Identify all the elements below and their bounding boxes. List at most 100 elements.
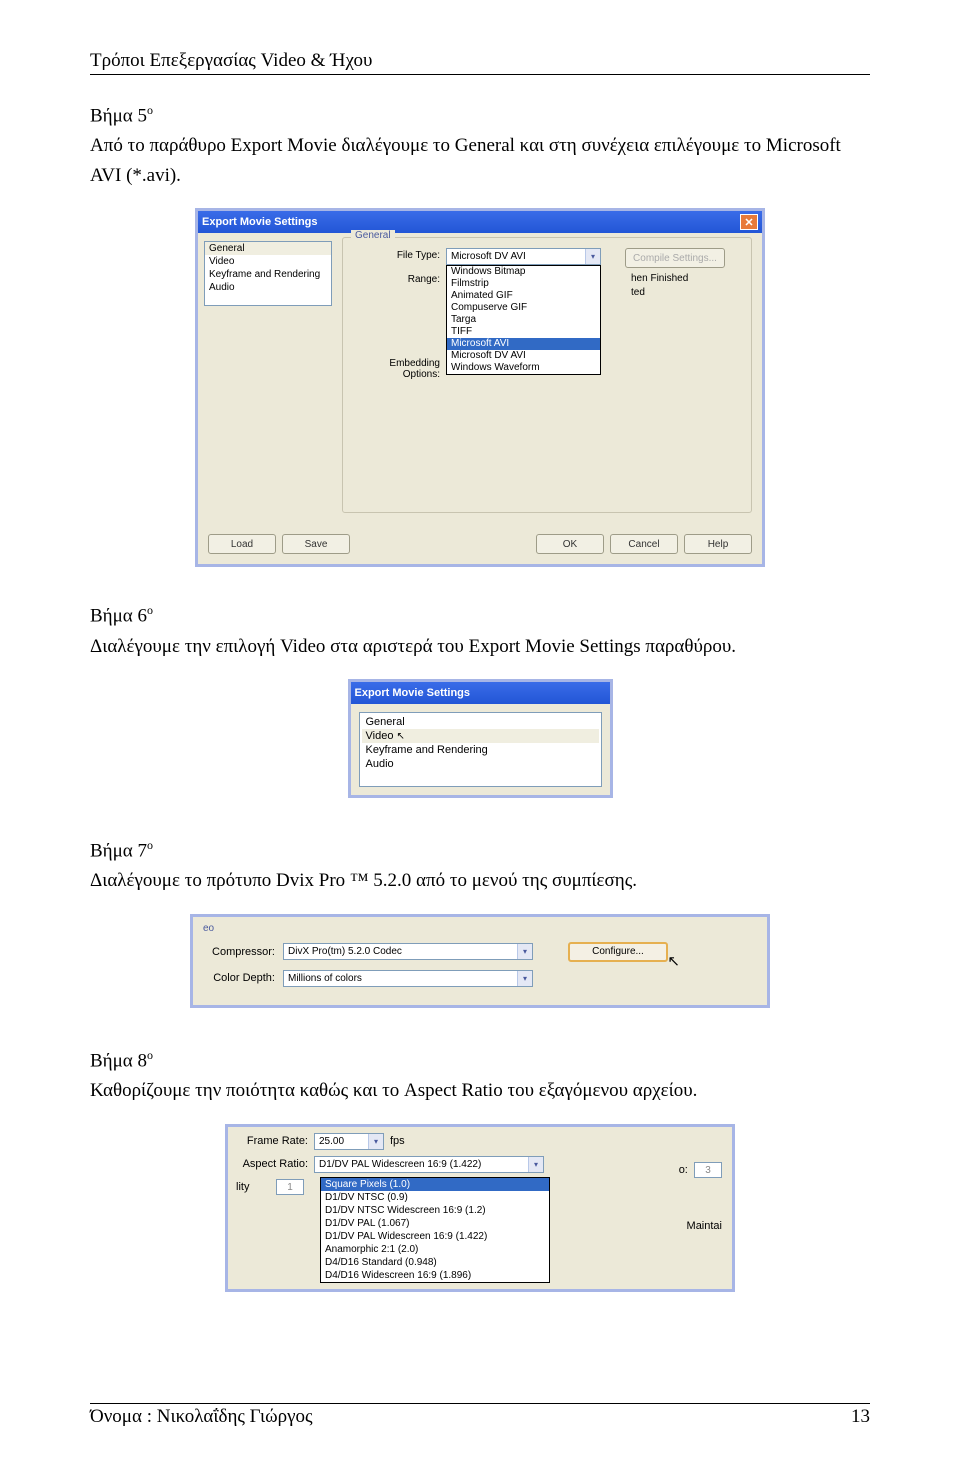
dropdown-item[interactable]: TIFF (447, 326, 600, 338)
partial-text: hen Finished (631, 272, 688, 286)
small-field[interactable]: 1 (276, 1179, 304, 1195)
help-button[interactable]: Help (684, 534, 752, 554)
partial-text: o: (679, 1164, 688, 1176)
dialog-title: Export Movie Settings (202, 216, 740, 228)
combo-value: Microsoft DV AVI (451, 251, 526, 262)
dropdown-item[interactable]: Anamorphic 2:1 (2.0) (321, 1243, 549, 1256)
chevron-down-icon[interactable]: ▾ (517, 971, 532, 986)
partial-text: ted (631, 286, 688, 300)
ok-button[interactable]: OK (536, 534, 604, 554)
step6-heading: Βήμα 6ο (90, 603, 870, 627)
color-depth-label: Color Depth: (203, 972, 283, 984)
page-footer: Όνομα : Νικολαΐδης Γιώργος 13 (90, 1403, 870, 1428)
compile-settings-button: Compile Settings... (625, 248, 725, 268)
dropdown-item[interactable]: Filmstrip (447, 278, 600, 290)
dropdown-item-selected[interactable]: Microsoft AVI (447, 338, 600, 350)
step6-text: Διαλέγουμε την επιλογή Video στα αριστερ… (90, 632, 870, 661)
dialog-titlebar[interactable]: Export Movie Settings ✕ (198, 211, 762, 233)
step5-text: Από το παράθυρο Export Movie διαλέγουμε … (90, 131, 870, 190)
chevron-down-icon[interactable]: ▾ (528, 1157, 543, 1172)
step8-prefix: Βήμα 8 (90, 1050, 147, 1071)
list-item[interactable]: General (205, 242, 331, 255)
compressor-label: Compressor: (203, 946, 283, 958)
partial-text: Maintai (679, 1213, 722, 1239)
cancel-button[interactable]: Cancel (610, 534, 678, 554)
category-list[interactable]: General Video ↖ Keyframe and Rendering A… (359, 712, 602, 787)
close-icon[interactable]: ✕ (740, 214, 758, 230)
color-depth-combo[interactable]: Millions of colors ▾ (283, 970, 533, 987)
aspect-ratio-dropdown-list[interactable]: Square Pixels (1.0) D1/DV NTSC (0.9) D1/… (320, 1177, 550, 1283)
list-item-selected[interactable]: Video ↖ (362, 729, 599, 743)
step6-sup: ο (147, 603, 153, 617)
partial-text: lity (236, 1181, 266, 1193)
list-item[interactable]: General (362, 715, 599, 729)
dropdown-item[interactable]: Microsoft DV AVI (447, 350, 600, 362)
step7-prefix: Βήμα 7 (90, 840, 147, 861)
save-button[interactable]: Save (282, 534, 350, 554)
list-item[interactable]: Keyframe and Rendering (205, 268, 331, 281)
dropdown-item[interactable]: Windows Bitmap (447, 266, 600, 278)
file-type-label: File Type: (351, 248, 446, 261)
fps-label: fps (390, 1135, 405, 1147)
combo-value: Millions of colors (288, 973, 362, 984)
combo-value: DivX Pro(tm) 5.2.0 Codec (288, 946, 402, 957)
footer-page-number: 13 (851, 1406, 870, 1428)
aspect-ratio-label: Aspect Ratio: (236, 1158, 314, 1170)
load-button[interactable]: Load (208, 534, 276, 554)
item-label: Video (366, 730, 394, 742)
aspect-ratio-panel: Frame Rate: 25.00 ▾ fps Aspect Ratio: D1… (225, 1124, 735, 1292)
dropdown-item[interactable]: D4/D16 Standard (0.948) (321, 1256, 549, 1269)
step6-prefix: Βήμα 6 (90, 606, 147, 627)
chevron-down-icon[interactable]: ▾ (368, 1134, 383, 1149)
export-movie-settings-small-dialog: Export Movie Settings General Video ↖ Ke… (348, 679, 613, 798)
dialog-titlebar[interactable]: Export Movie Settings (351, 682, 610, 704)
cursor-icon: ↖ (667, 952, 680, 970)
button-label: Configure... (592, 946, 644, 957)
combo-value: D1/DV PAL Widescreen 16:9 (1.422) (319, 1159, 481, 1170)
category-list[interactable]: General Video Keyframe and Rendering Aud… (204, 241, 332, 306)
footer-author: Όνομα : Νικολαΐδης Γιώργος (90, 1406, 313, 1428)
dialog-title: Export Movie Settings (355, 687, 606, 699)
step5-sup: ο (147, 103, 153, 117)
step5-heading: Βήμα 5ο (90, 103, 870, 127)
cursor-icon: ↖ (397, 731, 405, 742)
frame-rate-combo[interactable]: 25.00 ▾ (314, 1133, 384, 1150)
dropdown-item[interactable]: Compuserve GIF (447, 302, 600, 314)
group-label: General (351, 230, 395, 241)
dropdown-item[interactable]: Targa (447, 314, 600, 326)
list-item[interactable]: Audio (205, 281, 331, 294)
file-type-combo[interactable]: Microsoft DV AVI ▾ (446, 248, 601, 265)
file-type-dropdown-list[interactable]: Windows Bitmap Filmstrip Animated GIF Co… (446, 265, 601, 375)
dropdown-item[interactable]: D4/D16 Widescreen 16:9 (1.896) (321, 1269, 549, 1282)
dropdown-item-selected[interactable]: Square Pixels (1.0) (321, 1178, 549, 1191)
dropdown-item[interactable]: D1/DV PAL (1.067) (321, 1217, 549, 1230)
dropdown-item[interactable]: Animated GIF (447, 290, 600, 302)
combo-value: 25.00 (319, 1136, 344, 1147)
frame-rate-label: Frame Rate: (236, 1135, 314, 1147)
list-item[interactable]: Video (205, 255, 331, 268)
dropdown-item[interactable]: D1/DV NTSC Widescreen 16:9 (1.2) (321, 1204, 549, 1217)
dropdown-item[interactable]: D1/DV NTSC (0.9) (321, 1191, 549, 1204)
step7-heading: Βήμα 7ο (90, 838, 870, 862)
range-label: Range: (351, 272, 446, 285)
small-field[interactable]: 3 (694, 1162, 722, 1178)
list-item[interactable]: Audio (362, 757, 599, 771)
compressor-panel: eo Compressor: DivX Pro(tm) 5.2.0 Codec … (190, 914, 770, 1008)
partial-group-label: eo (203, 923, 757, 934)
step7-text: Διαλέγουμε το πρότυπο Dvix Pro ™ 5.2.0 α… (90, 866, 870, 895)
dropdown-item[interactable]: D1/DV PAL Widescreen 16:9 (1.422) (321, 1230, 549, 1243)
dropdown-item[interactable]: Windows Waveform (447, 362, 600, 374)
configure-button[interactable]: Configure... ↖ (568, 942, 668, 962)
page-header: Τρόποι Επεξεργασίας Video & Ήχου (90, 50, 870, 75)
list-item[interactable]: Keyframe and Rendering (362, 743, 599, 757)
step8-sup: ο (147, 1048, 153, 1062)
export-movie-settings-dialog: Export Movie Settings ✕ General Video Ke… (195, 208, 765, 567)
step5-prefix: Βήμα 5 (90, 105, 147, 126)
compressor-combo[interactable]: DivX Pro(tm) 5.2.0 Codec ▾ (283, 943, 533, 960)
step8-heading: Βήμα 8ο (90, 1048, 870, 1072)
step8-text: Καθορίζουμε την ποιότητα καθώς και το As… (90, 1076, 870, 1105)
embedding-label: Embedding Options: (351, 356, 446, 380)
aspect-ratio-combo[interactable]: D1/DV PAL Widescreen 16:9 (1.422) ▾ (314, 1156, 544, 1173)
chevron-down-icon[interactable]: ▾ (517, 944, 532, 959)
chevron-down-icon[interactable]: ▾ (585, 249, 600, 264)
